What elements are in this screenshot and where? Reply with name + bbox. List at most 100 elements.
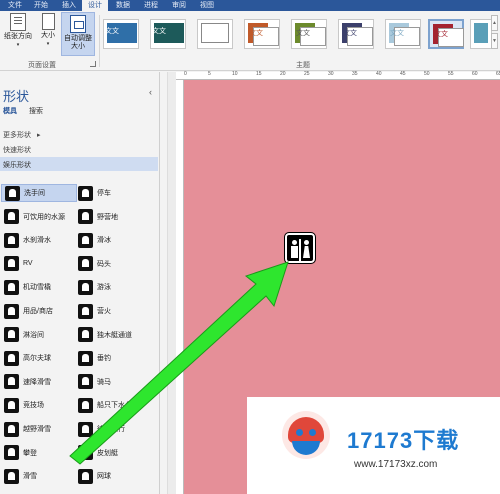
restroom-shape-on-canvas[interactable] xyxy=(284,232,316,264)
stencil-shape-item[interactable]: 滑冰 xyxy=(75,231,151,249)
stencil-shape-item[interactable]: 皮划艇 xyxy=(75,444,151,462)
auto-size-icon xyxy=(70,15,86,33)
stencil-shape-item[interactable]: 码头 xyxy=(75,255,151,273)
dialog-launcher-icon[interactable] xyxy=(90,61,96,67)
stencil-shape-label: 速降滑雪 xyxy=(23,378,51,386)
stencil-shape-item[interactable]: 竞技场 xyxy=(1,396,77,414)
tab-process[interactable]: 进程 xyxy=(136,0,164,11)
stencil-shape-label: 越野滑雪 xyxy=(23,426,51,433)
stencil-shape-item[interactable]: 滑雪 xyxy=(1,467,77,485)
ruler-tick-label: 55 xyxy=(448,71,454,77)
stencil-shape-label: RV xyxy=(23,260,33,268)
ruler-tick-label: 45 xyxy=(400,71,406,77)
stencil-shape-item[interactable]: 洗手间 xyxy=(1,184,77,202)
tab-search[interactable]: 搜索 xyxy=(29,106,43,116)
stencil-shape-label: 骑马 xyxy=(97,378,111,386)
shape-glyph-icon xyxy=(78,397,93,413)
stencil-shape-label: 徒步旅行 xyxy=(97,426,125,433)
theme-4[interactable]: 文文 xyxy=(244,19,280,49)
stencil-shape-label: 洗手间 xyxy=(24,190,45,197)
shape-glyph-icon xyxy=(78,279,93,295)
shape-glyph-icon xyxy=(4,327,19,343)
stencil-shape-item[interactable]: 野营地 xyxy=(75,208,151,226)
stencil-shape-item[interactable]: 骑马 xyxy=(75,373,151,391)
page-setup-group-label: 页面设置 xyxy=(28,62,56,69)
watermark-brand: 17173下载 xyxy=(347,428,460,453)
tab-stencils[interactable]: 模具 xyxy=(3,106,17,116)
shape-glyph-icon xyxy=(78,303,93,319)
stencil-shape-item[interactable]: 网球 xyxy=(75,467,151,485)
theme-1[interactable]: 文文 xyxy=(103,19,139,49)
panel-sub-tabs: 模具 搜索 xyxy=(3,106,43,116)
ruler-tick-label: 20 xyxy=(280,71,286,77)
page-size-icon xyxy=(41,13,55,30)
tab-home[interactable]: 开始 xyxy=(26,0,54,11)
stencil-shape-label: 可饮用的水源 xyxy=(23,213,65,221)
stencil-shape-item[interactable]: 水刹滑水 xyxy=(1,231,77,249)
stencil-shape-item[interactable]: 机动雪橇 xyxy=(1,278,77,296)
stencil-shape-item[interactable]: RV xyxy=(1,255,77,273)
stencil-shape-item[interactable]: 用品/商店 xyxy=(1,302,77,320)
orientation-button[interactable]: 纸张方向 ▾ xyxy=(1,13,35,49)
theme-8-selected[interactable]: 文文 xyxy=(428,19,464,49)
stencil-shape-item[interactable]: 速降滑雪 xyxy=(1,373,77,391)
stencil-shape-label: 攀登 xyxy=(23,449,37,457)
theme-3[interactable] xyxy=(197,19,233,49)
panel-scrollbar[interactable] xyxy=(167,72,176,494)
tab-design[interactable]: 设计 xyxy=(82,0,108,11)
theme-7[interactable]: 文文 xyxy=(385,19,421,49)
theme-2[interactable]: 文文 xyxy=(150,19,186,49)
tab-insert[interactable]: 插入 xyxy=(54,0,82,11)
stencil-shape-item[interactable]: 淋浴间 xyxy=(1,326,77,344)
themes-scroll-up-button[interactable]: ▲ xyxy=(491,15,498,31)
theme-5[interactable]: 文文 xyxy=(291,19,327,49)
stencil-shape-item[interactable]: 独木艇通道 xyxy=(75,326,151,344)
shape-glyph-icon xyxy=(4,303,19,319)
stencil-shape-label: 竞技场 xyxy=(23,402,44,410)
stencil-shape-label: 野营地 xyxy=(97,213,118,221)
ruler-tick-label: 60 xyxy=(472,71,478,77)
stencil-shape-label: 船只下水台 xyxy=(97,402,132,410)
dropdown-arrow-icon: ▾ xyxy=(16,42,20,48)
stencil-shape-item[interactable]: 徒步旅行 xyxy=(75,420,151,438)
stencil-shape-item[interactable]: 可饮用的水源 xyxy=(1,208,77,226)
dropdown-arrow-icon: ▾ xyxy=(46,41,50,47)
ruler-tick-label: 35 xyxy=(352,71,358,77)
quick-shapes-link[interactable]: 快速形状 xyxy=(3,145,31,155)
panel-title: 形状 xyxy=(3,89,30,104)
orientation-label: 纸张方向 xyxy=(4,33,32,40)
shape-glyph-icon xyxy=(78,445,93,461)
theme-6[interactable]: 文文 xyxy=(338,19,374,49)
stencil-shape-item[interactable]: 攀登 xyxy=(1,444,77,462)
stencil-shape-item[interactable]: 垂钓 xyxy=(75,349,151,367)
stencil-shape-item[interactable]: 停车 xyxy=(75,184,151,202)
stencil-shape-item[interactable]: 越野滑雪 xyxy=(1,420,77,438)
size-button[interactable]: 大小 ▾ xyxy=(37,13,59,48)
restroom-icon xyxy=(292,240,297,245)
stencil-shape-item[interactable]: 营火 xyxy=(75,302,151,320)
shape-glyph-icon xyxy=(78,327,93,343)
ruler-tick-label: 25 xyxy=(304,71,310,77)
stencil-shape-item[interactable]: 游泳 xyxy=(75,278,151,296)
watermark-panel: 17173下载 www.17173xz.com xyxy=(247,397,500,494)
shape-glyph-icon xyxy=(4,397,19,413)
ribbon-tab-bar: 文件 开始 插入 设计 数据 进程 审阅 视图 xyxy=(0,0,500,11)
tab-review[interactable]: 审阅 xyxy=(164,0,192,11)
shape-glyph-icon xyxy=(4,374,19,390)
tab-view[interactable]: 视图 xyxy=(192,0,220,11)
auto-size-button[interactable]: 自动调整大小 xyxy=(61,12,95,56)
active-stencil-header[interactable]: 娱乐形状 xyxy=(0,157,158,171)
tab-file[interactable]: 文件 xyxy=(0,0,26,11)
stencil-shape-label: 用品/商店 xyxy=(23,308,53,315)
themes-scroll-down-button[interactable]: ▼ xyxy=(491,33,498,49)
ruler-tick-label: 40 xyxy=(376,71,382,77)
theme-9[interactable]: 文文 xyxy=(470,19,492,49)
stencil-shape-item[interactable]: 船只下水台 xyxy=(75,396,151,414)
stencil-shape-item[interactable]: 高尔夫球 xyxy=(1,349,77,367)
tab-data[interactable]: 数据 xyxy=(108,0,136,11)
more-shapes-link[interactable]: 更多形状 ▸ xyxy=(3,130,40,140)
shape-glyph-icon xyxy=(78,421,93,437)
ruler-tick-label: 5 xyxy=(208,71,211,77)
collapse-panel-icon[interactable]: ‹ xyxy=(149,87,152,97)
stencil-shape-label: 皮划艇 xyxy=(97,449,118,457)
